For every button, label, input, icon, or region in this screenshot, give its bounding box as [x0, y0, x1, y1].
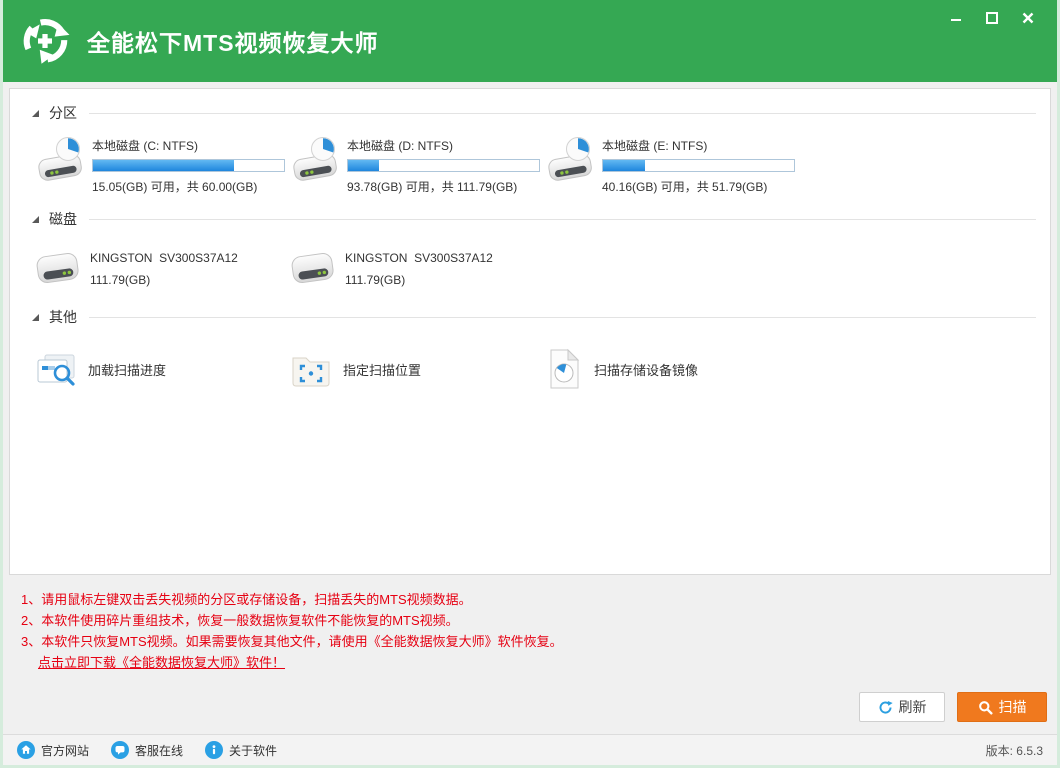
partition-row: 本地磁盘 (C: NTFS) 15.05(GB) 可用，共 60.00(GB)	[10, 127, 1050, 195]
info-icon	[205, 741, 223, 759]
target-folder-icon	[289, 349, 333, 389]
minimize-button[interactable]	[945, 8, 967, 28]
disk-name: KINGSTON SV300S37A12	[345, 251, 493, 265]
other-item-label: 指定扫描位置	[343, 360, 421, 379]
usage-bar	[92, 159, 285, 172]
official-website-link[interactable]: 官方网站	[17, 741, 89, 759]
partition-drive-icon	[544, 135, 596, 187]
collapse-triangle-icon[interactable]	[32, 314, 39, 321]
section-rule	[89, 317, 1036, 318]
section-header-disks: 磁盘	[10, 195, 1050, 233]
download-link[interactable]: 点击立即下载《全能数据恢复大师》软件！	[38, 652, 285, 673]
action-bar: 刷新 扫描	[3, 692, 1057, 734]
disk-image-icon	[544, 347, 584, 391]
other-row: 加载扫描进度 指定扫描位置	[10, 331, 1050, 391]
statusbar-label: 关于软件	[229, 742, 277, 759]
section-label: 其他	[49, 307, 77, 327]
disk-item-1[interactable]: KINGSTON SV300S37A12 111.79(GB)	[34, 247, 289, 291]
notice-area: 1、请用鼠标左键双击丢失视频的分区或存储设备，扫描丢失的MTS视频数据。 2、本…	[3, 575, 1057, 692]
scan-label: 扫描	[999, 697, 1027, 717]
other-item-label: 加载扫描进度	[88, 360, 166, 379]
home-icon	[17, 741, 35, 759]
refresh-icon	[878, 700, 893, 715]
partition-item-e[interactable]: 本地磁盘 (E: NTFS) 40.16(GB) 可用，共 51.79(GB)	[544, 127, 799, 195]
close-button[interactable]	[1017, 8, 1039, 28]
partition-free-text: 93.78(GB) 可用，共 111.79(GB)	[347, 178, 540, 195]
other-item-label: 扫描存储设备镜像	[594, 360, 698, 379]
partition-name: 本地磁盘 (C: NTFS)	[92, 137, 285, 154]
scan-button[interactable]: 扫描	[957, 692, 1047, 722]
maximize-icon	[985, 11, 999, 25]
partition-drive-icon	[289, 135, 341, 187]
refresh-button[interactable]: 刷新	[859, 692, 945, 722]
notice-line: 2、本软件使用碎片重组技术，恢复一般数据恢复软件不能恢复的MTS视频。	[21, 610, 1057, 631]
main-area: 分区 本地磁盘 (C:	[3, 82, 1057, 734]
partition-drive-icon	[34, 135, 86, 187]
disk-size: 111.79(GB)	[90, 273, 238, 287]
section-rule	[89, 219, 1036, 220]
disk-size: 111.79(GB)	[345, 273, 493, 287]
app-window: 全能松下MTS视频恢复大师 分区	[0, 0, 1060, 768]
load-scan-progress-icon	[34, 348, 78, 390]
device-panel: 分区 本地磁盘 (C:	[9, 88, 1051, 575]
refresh-label: 刷新	[899, 697, 927, 717]
disk-name: KINGSTON SV300S37A12	[90, 251, 238, 265]
partition-name: 本地磁盘 (E: NTFS)	[602, 137, 795, 154]
hard-disk-icon	[289, 247, 337, 291]
collapse-triangle-icon[interactable]	[32, 216, 39, 223]
scan-device-image-item[interactable]: 扫描存储设备镜像	[544, 347, 799, 391]
partition-name: 本地磁盘 (D: NTFS)	[347, 137, 540, 154]
section-header-others: 其他	[10, 291, 1050, 331]
usage-fill	[603, 160, 645, 171]
section-header-partitions: 分区	[10, 95, 1050, 127]
notice-line: 3、本软件只恢复MTS视频。如果需要恢复其他文件，请使用《全能数据恢复大师》软件…	[21, 631, 1057, 652]
window-controls	[945, 8, 1039, 28]
about-software-link[interactable]: 关于软件	[205, 741, 277, 759]
usage-bar	[602, 159, 795, 172]
partition-free-text: 15.05(GB) 可用，共 60.00(GB)	[92, 178, 285, 195]
statusbar-label: 客服在线	[135, 742, 183, 759]
chat-icon	[111, 741, 129, 759]
usage-bar	[347, 159, 540, 172]
usage-fill	[348, 160, 379, 171]
app-title: 全能松下MTS视频恢复大师	[87, 24, 379, 58]
section-label: 分区	[49, 103, 77, 123]
statusbar-label: 官方网站	[41, 742, 89, 759]
close-icon	[1021, 11, 1035, 25]
search-icon	[978, 700, 993, 715]
section-rule	[89, 113, 1036, 114]
hard-disk-icon	[34, 247, 82, 291]
load-scan-progress-item[interactable]: 加载扫描进度	[34, 347, 289, 391]
section-label: 磁盘	[49, 209, 77, 229]
notice-line: 1、请用鼠标左键双击丢失视频的分区或存储设备，扫描丢失的MTS视频数据。	[21, 589, 1057, 610]
partition-free-text: 40.16(GB) 可用，共 51.79(GB)	[602, 178, 795, 195]
usage-fill	[93, 160, 234, 171]
minimize-icon	[949, 11, 963, 25]
disk-item-2[interactable]: KINGSTON SV300S37A12 111.79(GB)	[289, 247, 544, 291]
maximize-button[interactable]	[981, 8, 1003, 28]
status-bar: 官方网站 客服在线 关于软件 版本: 6.5.3	[3, 734, 1057, 765]
title-bar: 全能松下MTS视频恢复大师	[3, 0, 1057, 82]
partition-item-c[interactable]: 本地磁盘 (C: NTFS) 15.05(GB) 可用，共 60.00(GB)	[34, 127, 289, 195]
specify-scan-location-item[interactable]: 指定扫描位置	[289, 347, 544, 391]
partition-item-d[interactable]: 本地磁盘 (D: NTFS) 93.78(GB) 可用，共 111.79(GB)	[289, 127, 544, 195]
customer-service-link[interactable]: 客服在线	[111, 741, 183, 759]
disk-row: KINGSTON SV300S37A12 111.79(GB) KINGSTON	[10, 233, 1050, 291]
version-text: 版本: 6.5.3	[986, 742, 1043, 759]
app-logo-icon	[17, 13, 73, 69]
collapse-triangle-icon[interactable]	[32, 110, 39, 117]
